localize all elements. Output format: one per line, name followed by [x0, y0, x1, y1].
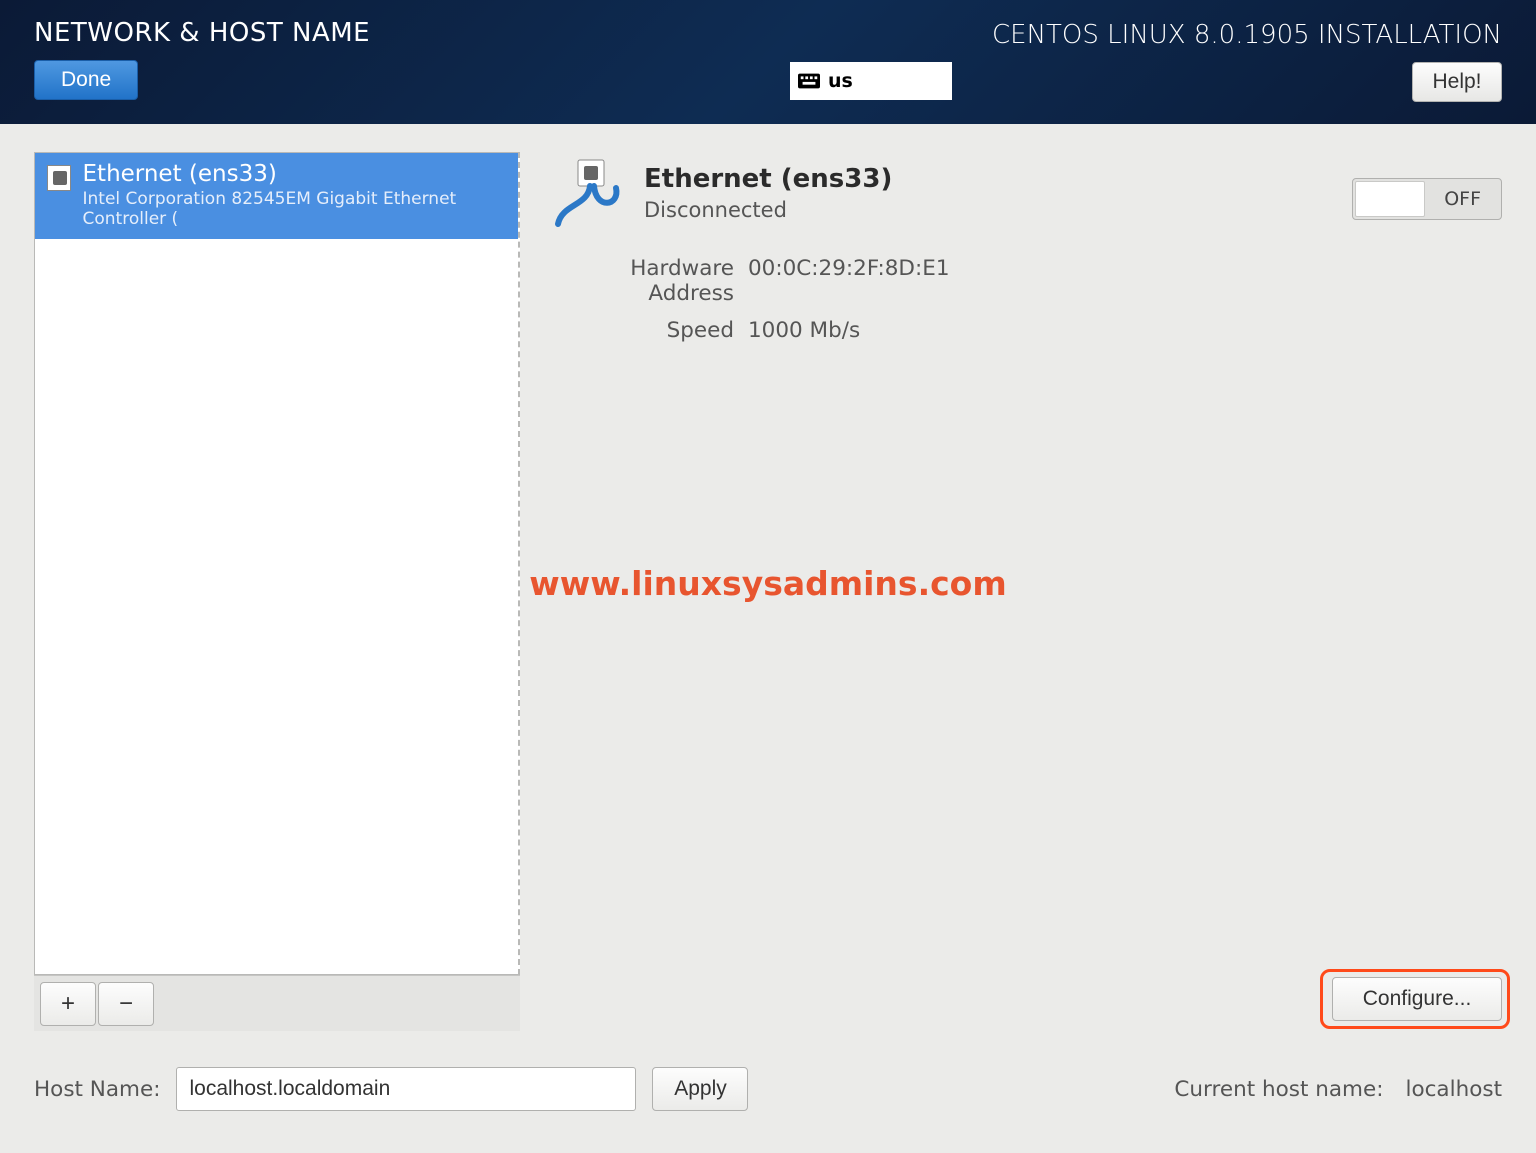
product-title: CENTOS LINUX 8.0.1905 INSTALLATION	[992, 20, 1502, 50]
done-button[interactable]: Done	[34, 60, 138, 100]
add-device-button[interactable]: +	[40, 982, 96, 1026]
toggle-label: OFF	[1444, 188, 1481, 210]
toggle-knob	[1355, 181, 1425, 217]
hostname-bar: Host Name: Apply Current host name: loca…	[0, 1067, 1536, 1153]
ethernet-port-icon	[47, 165, 71, 191]
apply-hostname-button[interactable]: Apply	[652, 1067, 748, 1111]
hostname-label: Host Name:	[34, 1077, 160, 1102]
device-list-toolbar: + −	[34, 975, 520, 1031]
device-name: Ethernet (ens33)	[83, 161, 508, 187]
current-hostname-value: localhost	[1405, 1077, 1502, 1102]
device-vendor: Intel Corporation 82545EM Gigabit Ethern…	[83, 189, 508, 229]
hw-address-label: Hardware Address	[554, 256, 734, 306]
speed-value: 1000 Mb/s	[748, 318, 860, 343]
device-list-item[interactable]: Ethernet (ens33) Intel Corporation 82545…	[35, 153, 518, 239]
configure-button[interactable]: Configure...	[1332, 977, 1502, 1021]
top-banner: NETWORK & HOST NAME CENTOS LINUX 8.0.190…	[0, 0, 1536, 124]
keyboard-icon	[798, 73, 820, 89]
remove-device-button[interactable]: −	[98, 982, 154, 1026]
speed-label: Speed	[554, 318, 734, 343]
keyboard-layout-label: us	[828, 70, 853, 92]
current-hostname-label: Current host name:	[1174, 1077, 1383, 1102]
ethernet-cable-icon	[554, 158, 624, 228]
hostname-input[interactable]	[176, 1067, 636, 1111]
detail-status: Disconnected	[644, 198, 892, 222]
network-device-list[interactable]: Ethernet (ens33) Intel Corporation 82545…	[34, 152, 520, 975]
keyboard-layout-indicator[interactable]: us	[790, 62, 952, 100]
connection-toggle[interactable]: OFF	[1352, 178, 1502, 220]
detail-device-title: Ethernet (ens33)	[644, 164, 892, 194]
hw-address-value: 00:0C:29:2F:8D:E1	[748, 256, 950, 306]
help-button[interactable]: Help!	[1412, 62, 1502, 102]
